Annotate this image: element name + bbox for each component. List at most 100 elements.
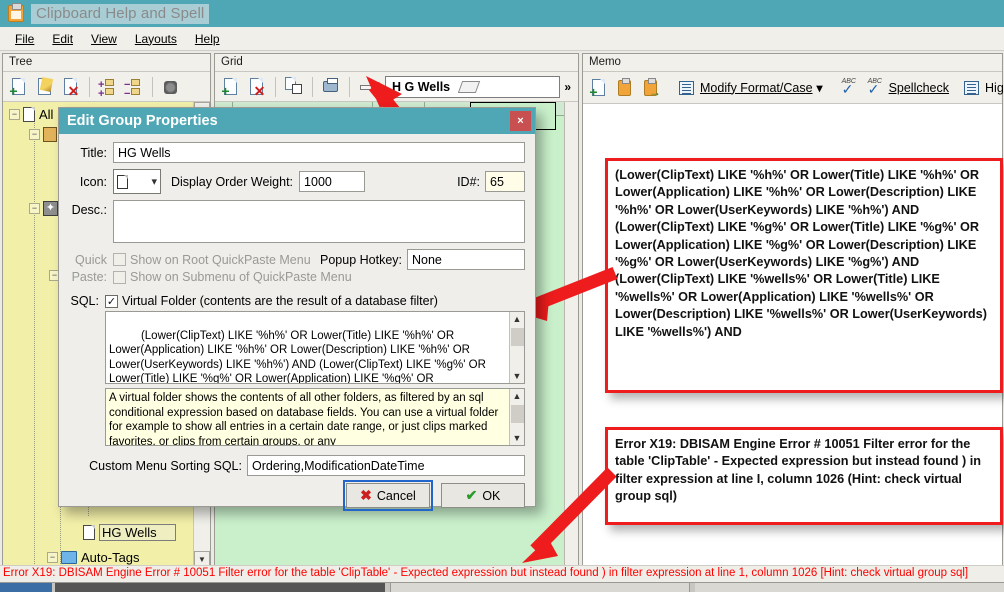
tree-expander[interactable]: − xyxy=(47,551,58,563)
clipboard-icon xyxy=(43,126,57,142)
new-memo-icon[interactable]: + xyxy=(588,77,610,99)
title-label: Title: xyxy=(80,145,107,160)
taskbar-item[interactable] xyxy=(0,583,52,592)
cancel-button-label: Cancel xyxy=(376,488,416,503)
eraser-icon[interactable] xyxy=(457,80,481,93)
toolbar-separator xyxy=(152,76,153,97)
tree-expander[interactable]: − xyxy=(29,128,40,140)
scroll-thumb[interactable] xyxy=(511,405,524,423)
display-order-weight-label: Display Order Weight: xyxy=(171,174,294,189)
paste-icon[interactable] xyxy=(614,77,636,99)
document-icon xyxy=(83,524,95,540)
delete-clip-icon[interactable]: ✕ xyxy=(246,76,268,98)
copy-to-icon[interactable] xyxy=(283,76,305,98)
virtual-folder-checkbox[interactable]: ✓ xyxy=(105,294,118,308)
tree-item-hg-wells[interactable]: HG Wells xyxy=(83,522,176,542)
menu-file[interactable]: File xyxy=(6,29,43,49)
id-label: ID#: xyxy=(457,174,480,189)
taskbar-item[interactable] xyxy=(695,583,1004,592)
paste-special-icon[interactable]: → xyxy=(640,77,662,99)
scroll-down-button[interactable]: ▼ xyxy=(513,431,522,446)
display-order-weight-field[interactable]: 1000 xyxy=(299,171,366,192)
grid-scrollbar[interactable] xyxy=(564,102,578,592)
menu-help[interactable]: Help xyxy=(186,29,229,49)
collapse-all-icon[interactable]: − − xyxy=(123,76,145,99)
edit-group-icon[interactable] xyxy=(34,76,56,98)
tree-expander[interactable]: − xyxy=(9,108,20,120)
options-gear-icon[interactable] xyxy=(160,76,182,98)
sql-textarea-value: (Lower(ClipText) LIKE '%h%' OR Lower(Tit… xyxy=(109,329,486,384)
popup-hotkey-field[interactable]: None xyxy=(407,249,525,270)
grid-toolbar: + ✕ H G Wells » xyxy=(215,72,578,102)
sql-help-value: A virtual folder shows the contents of a… xyxy=(109,392,499,446)
toolbar-overflow-button[interactable]: » xyxy=(560,80,575,94)
scroll-up-button[interactable]: ▲ xyxy=(513,389,522,404)
highlight-icon[interactable] xyxy=(961,77,983,99)
sql-textarea[interactable]: (Lower(ClipText) LIKE '%h%' OR Lower(Tit… xyxy=(105,311,525,384)
title-row: Title: HG Wells xyxy=(69,142,525,163)
spellcheck-icon[interactable]: ABC ✓ xyxy=(865,77,887,99)
dialog-buttons: ✖ Cancel ✔ OK xyxy=(69,480,525,511)
toolbar-separator xyxy=(349,76,350,97)
clipboard-icon xyxy=(8,3,24,22)
chevron-down-icon[interactable]: ▾ xyxy=(813,81,827,95)
tree-item-label: HG Wells xyxy=(99,523,176,541)
close-icon[interactable]: × xyxy=(510,111,531,131)
sql-row: SQL: ✓ Virtual Folder (contents are the … xyxy=(69,294,525,308)
document-icon xyxy=(117,174,128,189)
desc-row: Desc.: xyxy=(69,200,525,243)
menu-layouts[interactable]: Layouts xyxy=(126,29,186,49)
taskbar-item[interactable] xyxy=(390,583,690,592)
status-bar-error: Error X19: DBISAM Engine Error # 10051 F… xyxy=(0,565,1004,582)
desc-field[interactable] xyxy=(113,200,525,243)
chevron-down-icon: ▾ xyxy=(151,176,157,188)
tree-item-clips[interactable]: − xyxy=(29,124,61,144)
tree-panel-caption: Tree xyxy=(3,54,210,72)
quickpaste-row-2: Paste: Show on Submenu of QuickPaste Men… xyxy=(69,270,525,284)
desc-label: Desc.: xyxy=(71,203,107,217)
icon-weight-row: Icon: ▾ Display Order Weight: 1000 ID#: … xyxy=(69,169,525,194)
menubar: File Edit View Layouts Help xyxy=(0,27,1004,51)
quickpaste-label-2: Paste: xyxy=(71,270,107,284)
sql-scrollbar[interactable]: ▲ ▼ xyxy=(509,312,524,383)
scroll-down-button[interactable]: ▼ xyxy=(513,369,522,384)
tree-expander[interactable]: − xyxy=(29,202,40,214)
quickpaste-label-1: Quick xyxy=(75,252,107,267)
print-icon[interactable] xyxy=(320,76,342,98)
close-icon: ✖ xyxy=(360,487,372,503)
help-scrollbar[interactable]: ▲ ▼ xyxy=(509,389,524,445)
menu-view[interactable]: View xyxy=(82,29,126,49)
tree-item-all[interactable]: − All xyxy=(9,104,53,124)
grid-search-input[interactable]: H G Wells xyxy=(385,75,561,98)
tree-connector xyxy=(34,116,35,567)
dialog-body: Title: HG Wells Icon: ▾ Display Order We… xyxy=(59,134,535,511)
tree-item-label: Auto-Tags xyxy=(81,549,140,565)
scroll-thumb[interactable] xyxy=(511,328,524,346)
callout-sql-text: (Lower(ClipText) LIKE '%h%' OR Lower(Tit… xyxy=(605,158,1003,393)
highlight-button[interactable]: Highlig xyxy=(985,81,1004,95)
icon-select[interactable]: ▾ xyxy=(113,169,161,194)
new-group-icon[interactable]: + xyxy=(8,76,30,98)
minimize-icon[interactable] xyxy=(357,76,379,98)
menu-edit[interactable]: Edit xyxy=(43,29,82,49)
tree-item-auto-tags[interactable]: − Auto-Tags xyxy=(47,547,140,567)
custom-sort-field[interactable]: Ordering,ModificationDateTime xyxy=(247,455,525,476)
ok-button[interactable]: ✔ OK xyxy=(441,483,525,508)
modify-format-icon[interactable] xyxy=(676,77,698,99)
expand-all-icon[interactable]: + + xyxy=(97,76,119,99)
cancel-button[interactable]: ✖ Cancel xyxy=(343,480,433,511)
show-on-root-quickpaste-checkbox xyxy=(113,253,126,266)
spellcheck-button[interactable]: Spellcheck xyxy=(889,81,949,95)
scroll-up-button[interactable]: ▲ xyxy=(513,312,522,327)
spellcheck-options-icon[interactable]: ABC ✓ xyxy=(839,77,861,99)
title-field[interactable]: HG Wells xyxy=(113,142,525,163)
modify-format-button[interactable]: Modify Format/Case xyxy=(700,81,813,95)
application-window: Clipboard Help and Spell File Edit View … xyxy=(0,0,1004,592)
taskbar-item[interactable] xyxy=(55,583,385,592)
toolbar-separator xyxy=(275,76,276,97)
new-clip-icon[interactable]: + xyxy=(220,76,242,98)
menu-help-label: Help xyxy=(194,31,220,46)
toolbar-separator xyxy=(89,76,90,97)
menu-layouts-label: Layouts xyxy=(134,31,177,46)
delete-group-icon[interactable]: ✕ xyxy=(60,76,82,98)
